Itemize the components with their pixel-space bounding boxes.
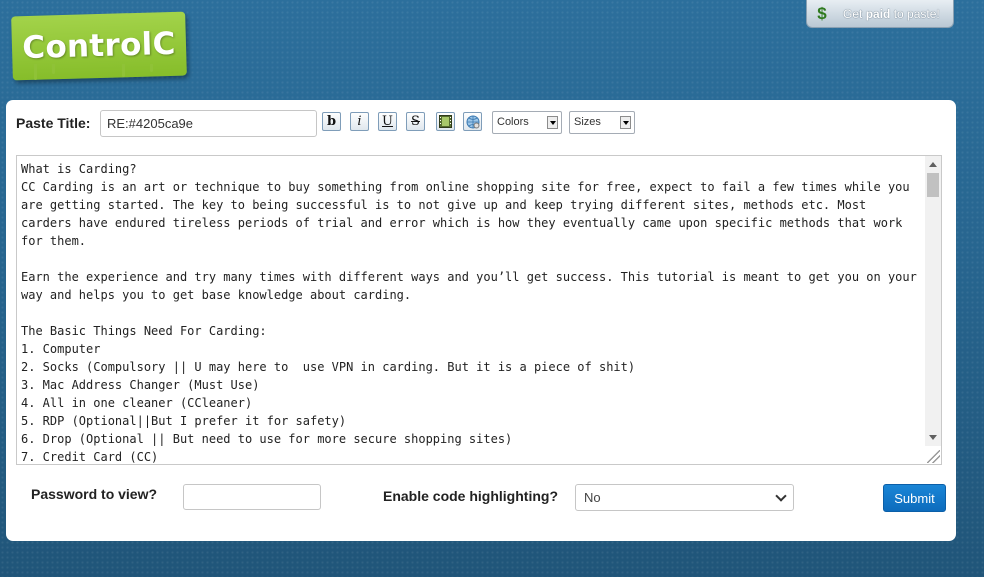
content-line: 4. All in one cleaner (CCleaner)	[21, 396, 253, 410]
resize-handle-icon[interactable]	[927, 450, 940, 463]
logo-drip	[34, 64, 37, 80]
logo-drip	[52, 64, 55, 74]
paste-form: Paste Title: b i U S Colors Sizes What i…	[6, 100, 956, 541]
content-line: 7. Credit Card (CC)	[21, 450, 159, 464]
chevron-down-icon	[547, 116, 558, 129]
strikethrough-button[interactable]: S	[406, 112, 425, 131]
content-line: 2. Socks (Compulsory || U may here to us…	[21, 360, 636, 374]
scroll-thumb[interactable]	[927, 173, 939, 197]
highlighting-select[interactable]: No	[575, 484, 794, 511]
scroll-down-icon[interactable]	[929, 435, 937, 440]
logo-drip	[122, 64, 125, 77]
vertical-scrollbar[interactable]	[925, 156, 941, 446]
highlighting-select-value: No	[584, 490, 601, 505]
logo-text: ControlC	[21, 25, 177, 67]
promo-text: Get paid to paste!	[843, 6, 940, 21]
film-icon	[439, 115, 452, 128]
content-line: 3. Mac Address Changer (Must Use)	[21, 378, 260, 392]
logo-drip	[150, 64, 153, 72]
insert-link-button[interactable]	[463, 112, 482, 131]
password-label: Password to view?	[31, 486, 158, 502]
paste-title-label: Paste Title:	[16, 115, 91, 131]
content-line: What is Carding?	[21, 162, 137, 176]
submit-button[interactable]: Submit	[883, 484, 946, 512]
colors-select-label: Colors	[497, 116, 529, 128]
content-line: 1. Computer	[21, 342, 101, 356]
highlighting-label: Enable code highlighting?	[383, 488, 558, 504]
italic-button[interactable]: i	[350, 112, 369, 131]
paste-content-text: What is Carding? CC Carding is an art or …	[21, 160, 923, 466]
chevron-down-icon	[775, 490, 787, 502]
content-line: 6. Drop (Optional || But need to use for…	[21, 432, 513, 446]
globe-link-icon	[466, 115, 479, 128]
scroll-up-icon[interactable]	[929, 162, 937, 167]
paste-content-textarea[interactable]: What is Carding? CC Carding is an art or …	[16, 155, 942, 465]
chevron-down-icon	[620, 116, 631, 129]
content-line	[21, 304, 923, 322]
sizes-select[interactable]: Sizes	[569, 111, 635, 134]
content-line: The Basic Things Need For Carding:	[21, 324, 267, 338]
content-line: Earn the experience and try many times w…	[21, 270, 925, 302]
paste-title-input[interactable]	[100, 110, 317, 137]
content-line: CC Carding is an art or technique to buy…	[21, 180, 917, 248]
colors-select[interactable]: Colors	[492, 111, 562, 134]
insert-image-button[interactable]	[436, 112, 455, 131]
controlc-logo[interactable]: ControlC	[11, 11, 187, 81]
dollar-icon: $	[817, 4, 827, 23]
sizes-select-label: Sizes	[574, 116, 601, 128]
bold-button[interactable]: b	[322, 112, 341, 131]
underline-button[interactable]: U	[378, 112, 397, 131]
get-paid-link[interactable]: $ Get paid to paste!	[806, 0, 954, 28]
password-input[interactable]	[183, 484, 321, 510]
content-line: 5. RDP (Optional||But I prefer it for sa…	[21, 414, 347, 428]
content-line	[21, 250, 923, 268]
